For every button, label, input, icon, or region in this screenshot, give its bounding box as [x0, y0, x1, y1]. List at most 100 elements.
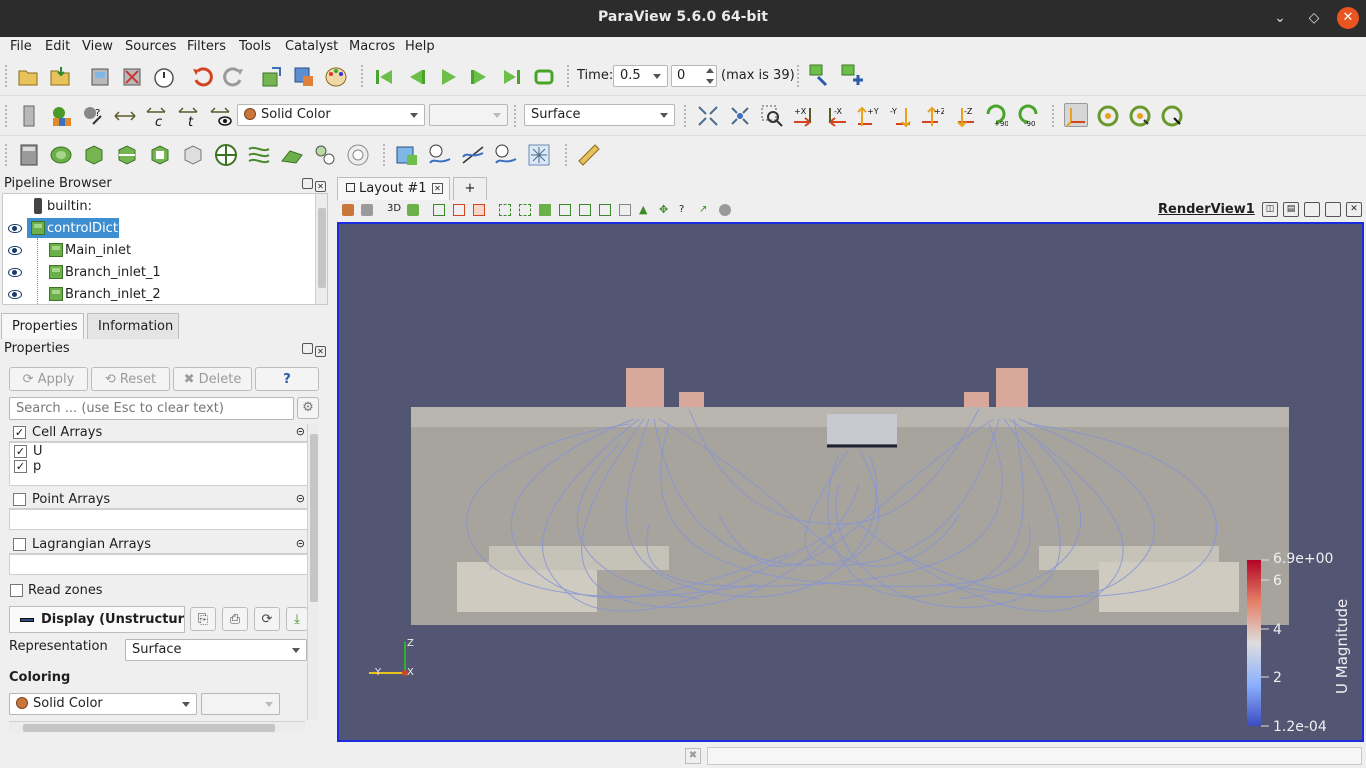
- sort-icon[interactable]: ⊝: [296, 492, 305, 505]
- split-vertical-icon[interactable]: ▤: [1283, 202, 1299, 217]
- render-canvas[interactable]: Z Y X 6.9e+00 6 4 2 1.2e-04 U Magnitude: [339, 224, 1362, 740]
- rotate-plus-90-icon[interactable]: +90: [984, 102, 1008, 126]
- calculator-icon[interactable]: [17, 143, 41, 167]
- representation-select[interactable]: Surface: [125, 639, 307, 661]
- maximize-view-icon[interactable]: [1304, 202, 1320, 217]
- coloring-select[interactable]: Solid Color: [9, 693, 197, 715]
- properties-scrollbar[interactable]: [307, 424, 319, 720]
- toolbar-grip[interactable]: [361, 65, 365, 87]
- properties-search-input[interactable]: Search ... (use Esc to clear text): [9, 397, 294, 420]
- warp-vector-icon[interactable]: [280, 143, 304, 167]
- redo-icon[interactable]: [222, 65, 246, 89]
- disconnect-icon[interactable]: [120, 65, 144, 89]
- tab-information[interactable]: Information: [87, 313, 179, 339]
- cell-arrays-header[interactable]: ✓ Cell Arrays ⊝: [9, 424, 309, 442]
- show-center-icon[interactable]: [1096, 104, 1120, 128]
- cell-arrays-checkbox[interactable]: ✓: [13, 426, 26, 439]
- clip-icon[interactable]: [82, 143, 106, 167]
- visibility-eye-icon[interactable]: [8, 268, 22, 277]
- contour-icon[interactable]: [49, 143, 73, 167]
- toolbar-grip[interactable]: [5, 144, 9, 166]
- visibility-eye-icon[interactable]: [8, 290, 22, 299]
- time-index-spinbox[interactable]: 0: [671, 65, 717, 87]
- float-panel-icon[interactable]: [302, 343, 313, 354]
- pipeline-item[interactable]: controlDict: [3, 218, 315, 240]
- capture-screenshot-icon[interactable]: [342, 204, 354, 216]
- rescale-custom-icon[interactable]: c: [145, 104, 169, 128]
- select-cells-through-icon[interactable]: [499, 204, 511, 216]
- clear-status-icon[interactable]: ✖: [685, 748, 701, 764]
- tab-layout-1[interactable]: Layout #1 ✕: [337, 177, 450, 200]
- spin-down-icon[interactable]: [706, 79, 714, 84]
- time-value-combo[interactable]: 0.5: [613, 65, 668, 87]
- pipeline-server-row[interactable]: builtin:: [3, 196, 315, 218]
- menu-help[interactable]: Help: [405, 39, 435, 54]
- plot-over-time-icon[interactable]: [428, 143, 452, 167]
- camera-icon[interactable]: [407, 204, 419, 216]
- previous-frame-icon[interactable]: [404, 65, 428, 89]
- toolbar-grip[interactable]: [1052, 105, 1056, 127]
- render-view[interactable]: Z Y X 6.9e+00 6 4 2 1.2e-04 U Magnitude: [337, 222, 1364, 742]
- visibility-eye-icon[interactable]: [8, 224, 22, 233]
- reset-range-icon[interactable]: ?: [81, 104, 105, 128]
- pipeline-item[interactable]: Branch_inlet_2: [3, 284, 315, 304]
- plot-selection-icon[interactable]: [395, 143, 419, 167]
- toolbar-grip[interactable]: [514, 105, 518, 127]
- view-minus-x-icon[interactable]: -X: [824, 104, 848, 128]
- select-points-through-icon[interactable]: [473, 204, 485, 216]
- edit-color-map-icon[interactable]: [49, 104, 73, 128]
- properties-hscrollbar[interactable]: [9, 721, 305, 733]
- view-plus-z-icon[interactable]: +Z: [920, 104, 944, 128]
- copy-properties-icon[interactable]: ⎘: [190, 607, 216, 631]
- menu-view[interactable]: View: [82, 39, 113, 54]
- extract-subset-icon[interactable]: [181, 143, 205, 167]
- rotate-minus-90-icon[interactable]: -90: [1016, 102, 1040, 126]
- load-state-icon[interactable]: [49, 65, 73, 89]
- apply-button[interactable]: ⟳ Apply: [9, 367, 88, 391]
- toolbar-grip[interactable]: [567, 65, 571, 87]
- zoom-to-data-icon[interactable]: [728, 104, 752, 128]
- toolbar-grip[interactable]: [797, 65, 801, 87]
- view-minus-y-icon[interactable]: -Y: [888, 104, 912, 128]
- menu-sources[interactable]: Sources: [125, 39, 176, 54]
- pipeline-item[interactable]: Branch_inlet_1: [3, 262, 315, 284]
- loop-icon[interactable]: [532, 65, 556, 89]
- toggle-color-legend-icon[interactable]: [17, 104, 41, 128]
- array-checkbox[interactable]: ✓: [14, 460, 27, 473]
- minimize-icon[interactable]: ⌄: [1269, 7, 1291, 29]
- plot-over-line-icon[interactable]: [461, 143, 485, 167]
- reset-session-icon[interactable]: [260, 65, 284, 89]
- display-section-header[interactable]: Display (Unstructur: [9, 606, 185, 633]
- sort-icon[interactable]: ⊝: [296, 425, 305, 438]
- toggle-3d-button[interactable]: 3D: [387, 203, 401, 214]
- reset-camera-icon[interactable]: [696, 104, 720, 128]
- slice-icon[interactable]: [115, 143, 139, 167]
- view-plus-x-icon[interactable]: +X: [792, 104, 816, 128]
- help-button[interactable]: ?: [255, 367, 319, 391]
- histogram-icon[interactable]: [527, 143, 551, 167]
- plot-data-over-time-icon[interactable]: [494, 143, 518, 167]
- pipeline-item[interactable]: Main_inlet: [3, 238, 315, 304]
- advanced-gear-icon[interactable]: ⚙: [297, 397, 319, 419]
- close-panel-icon[interactable]: ✕: [315, 346, 326, 357]
- lagrangian-arrays-header[interactable]: Lagrangian Arrays ⊝: [9, 536, 309, 554]
- scrollbar-thumb[interactable]: [23, 724, 275, 732]
- select-blocks-icon[interactable]: [599, 204, 611, 216]
- hover-cells-icon[interactable]: [559, 204, 571, 216]
- coloring-component-select[interactable]: [201, 693, 280, 715]
- rescale-temporal-icon[interactable]: t: [177, 104, 201, 128]
- toolbar-grip[interactable]: [5, 65, 9, 87]
- render-view-name[interactable]: RenderView1: [1158, 202, 1255, 217]
- extract-selection-icon[interactable]: ✥: [659, 204, 671, 216]
- restore-defaults-icon[interactable]: ⟳: [254, 607, 280, 631]
- rescale-visible-icon[interactable]: [209, 104, 233, 128]
- threshold-icon[interactable]: [148, 143, 172, 167]
- array-checkbox[interactable]: ✓: [14, 445, 27, 458]
- lagrangian-arrays-checkbox[interactable]: [13, 538, 26, 551]
- extract-level-icon[interactable]: [346, 143, 370, 167]
- interactive-select-icon[interactable]: [539, 204, 551, 216]
- palette-icon[interactable]: [324, 65, 348, 89]
- macro-add-icon[interactable]: [840, 63, 864, 87]
- color-mode-combo[interactable]: Solid Color: [237, 104, 425, 126]
- toolbar-grip[interactable]: [565, 144, 569, 166]
